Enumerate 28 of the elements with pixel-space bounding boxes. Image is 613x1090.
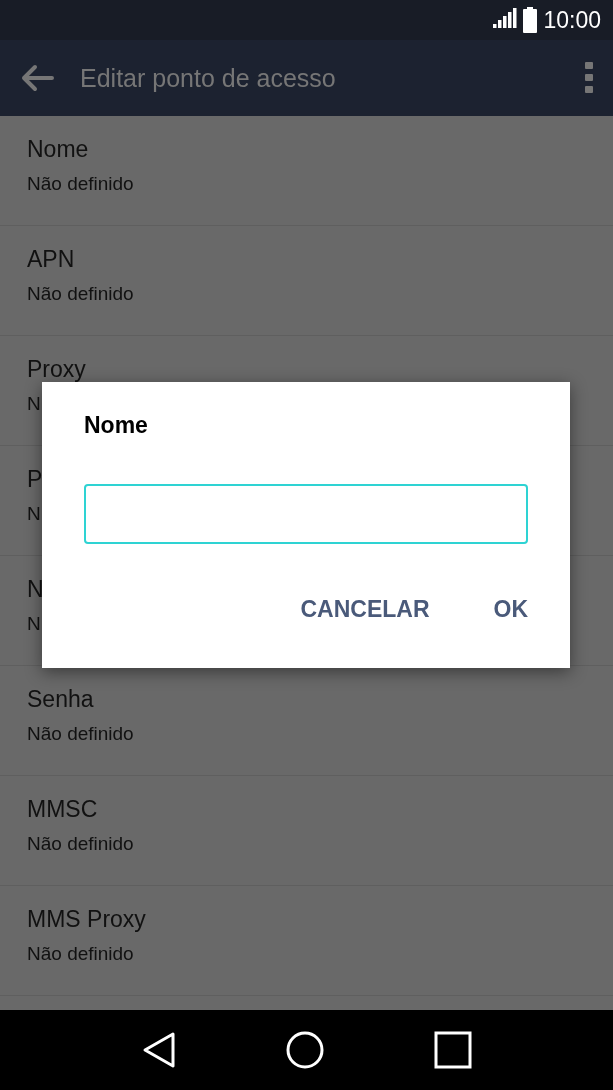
setting-title: Nome xyxy=(27,136,89,163)
setting-title: MMSC xyxy=(27,796,98,823)
battery-icon xyxy=(523,7,538,33)
setting-value: Não definido xyxy=(27,833,134,855)
input-field[interactable] xyxy=(84,484,528,544)
screen-title: Editar ponto de acesso xyxy=(80,63,337,93)
setting-title: N xyxy=(27,576,44,603)
setting-title: P xyxy=(27,466,43,493)
more-options-icon[interactable] xyxy=(585,62,593,94)
setting-title: Senha xyxy=(27,686,94,713)
setting-title: Proxy xyxy=(27,356,86,383)
dialog-button[interactable]: OK xyxy=(473,590,548,629)
setting-value: N xyxy=(27,503,41,525)
back-arrow-icon[interactable] xyxy=(20,64,54,92)
setting-value: Não definido xyxy=(27,283,134,305)
setting-title: APN xyxy=(27,246,75,273)
home-icon[interactable] xyxy=(285,1031,324,1069)
setting-value: Não definido xyxy=(27,943,134,965)
setting-value: Não definido xyxy=(27,173,134,195)
status-time: 10:00 xyxy=(543,6,601,34)
setting-value: N xyxy=(27,393,41,415)
dialog-title: Nome xyxy=(84,412,148,439)
back-icon[interactable] xyxy=(141,1031,176,1069)
setting-value: Não definido xyxy=(27,723,134,745)
setting-value: N xyxy=(27,613,41,635)
setting-title: MMS Proxy xyxy=(27,906,146,933)
dialog-button[interactable]: CANCELAR xyxy=(280,590,450,629)
recents-icon[interactable] xyxy=(433,1031,472,1069)
